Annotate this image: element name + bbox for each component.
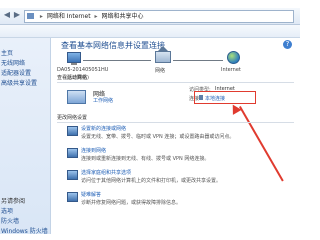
main-content: ? 查看基本网络信息并设置连接 DA05-201405051HU (此计算机) …	[51, 38, 300, 234]
homegroup-icon	[67, 170, 78, 180]
active-networks-heading: 查看活动网络	[57, 75, 88, 81]
computer-icon	[67, 52, 81, 65]
task-connect-network-link[interactable]: 连接到网络	[81, 147, 106, 154]
internet-globe-icon	[227, 51, 240, 64]
task-troubleshoot-link[interactable]: 疑难解答	[81, 191, 101, 198]
map-connector-line	[173, 60, 223, 61]
map-connector-line	[83, 60, 151, 61]
network-icon	[155, 46, 171, 63]
forward-arrow-icon[interactable]: ▶	[12, 10, 22, 20]
breadcrumb-separator-icon: ▸	[39, 13, 43, 20]
internet-map-label[interactable]: Internet	[221, 67, 241, 73]
breadcrumb-separator-icon: ▸	[94, 13, 98, 20]
network-sharing-center-window: ◀ ▶ ▸ 网络和 Internet ▸ 网络和共享中心 主页 无线网络 适配器…	[0, 0, 300, 234]
change-settings-heading: 更改网络设置	[57, 115, 88, 121]
connect-network-icon	[67, 148, 78, 158]
task-new-connection-link[interactable]: 设置新的连接或网络	[81, 125, 126, 132]
nav-link-adapter-settings[interactable]: 适配器设置	[1, 68, 31, 77]
address-bar: ◀ ▶ ▸ 网络和 Internet ▸ 网络和共享中心	[0, 8, 300, 25]
computer-name-label: DA05-201405051HU	[57, 67, 109, 73]
see-also-link-options[interactable]: 选项	[1, 206, 13, 215]
see-also-heading: 另请参阅	[1, 198, 26, 205]
toolbar	[0, 25, 300, 38]
active-network-icon	[67, 90, 86, 104]
nav-link-wireless[interactable]: 无线网络	[1, 58, 25, 67]
see-also-link-firewall[interactable]: 防火墙	[1, 216, 19, 225]
nav-link-advanced-sharing[interactable]: 高级共享设置	[1, 78, 37, 87]
address-field[interactable]: ▸ 网络和 Internet ▸ 网络和共享中心	[24, 10, 294, 23]
task-homegroup-link[interactable]: 选择家庭组和共享选项	[81, 169, 131, 176]
red-arrow-annotation	[239, 106, 284, 182]
network-folder-icon	[27, 13, 34, 19]
task-new-connection-desc: 设置无线、宽带、拨号、临时或 VPN 连接；或设置路由器或访问点。	[81, 134, 235, 140]
task-homegroup-desc: 访问位于其他网络计算机上的文件和打印机，或更改共享设置。	[81, 178, 222, 184]
left-nav-pane: 主页 无线网络 适配器设置 高级共享设置 另请参阅 选项 防火墙 Windows…	[0, 38, 51, 234]
back-arrow-icon[interactable]: ◀	[2, 10, 12, 20]
breadcrumb-network-internet[interactable]: 网络和 Internet	[47, 13, 91, 20]
highlight-annotation-box	[194, 91, 256, 104]
task-troubleshoot-desc: 诊断并修复网络问题，或获得故障排除信息。	[81, 200, 182, 206]
nav-link-home[interactable]: 主页	[1, 48, 13, 57]
task-connect-network-desc: 连接到或重新连接到无线、有线、拨号或 VPN 网络连接。	[81, 156, 210, 162]
network-map-label[interactable]: 网络	[155, 67, 165, 74]
network-map: DA05-201405051HU (此计算机) 网络 Internet	[51, 38, 300, 88]
troubleshoot-icon	[67, 192, 78, 202]
section-divider	[57, 82, 294, 83]
section-divider	[57, 122, 294, 123]
see-also-link-windows-firewall[interactable]: Windows 防火墙	[1, 226, 48, 234]
breadcrumb-sharing-center[interactable]: 网络和共享中心	[101, 13, 143, 20]
network-type-link[interactable]: 工作网络	[93, 97, 113, 104]
new-connection-icon	[67, 126, 78, 136]
